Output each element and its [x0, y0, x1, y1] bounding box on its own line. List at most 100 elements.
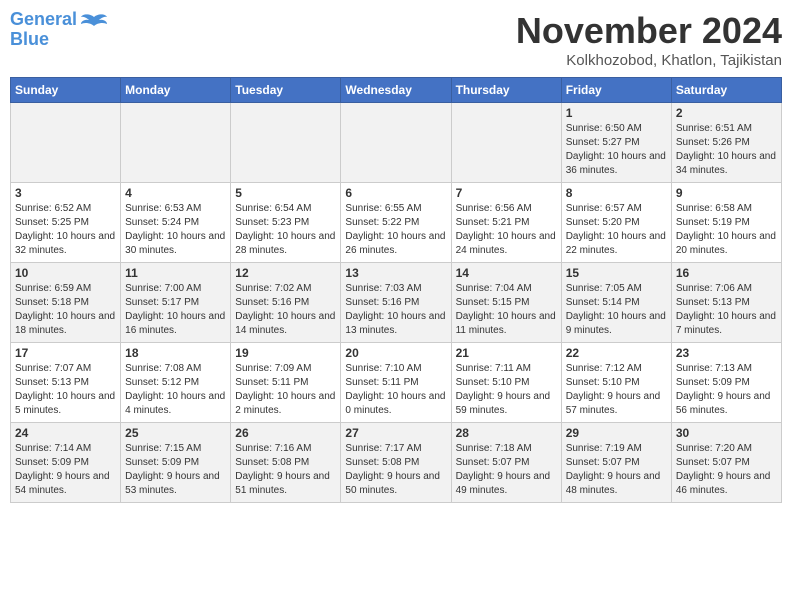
day-info: Sunrise: 7:02 AMSunset: 5:16 PMDaylight:… [235, 283, 335, 336]
calendar-cell: 24Sunrise: 7:14 AMSunset: 5:09 PMDayligh… [11, 423, 121, 503]
calendar-cell [231, 103, 341, 183]
day-number: 17 [15, 346, 116, 360]
day-info: Sunrise: 7:04 AMSunset: 5:15 PMDaylight:… [456, 283, 556, 336]
day-number: 25 [125, 426, 226, 440]
weekday-header: Tuesday [231, 78, 341, 103]
calendar-week-row: 24Sunrise: 7:14 AMSunset: 5:09 PMDayligh… [11, 423, 782, 503]
calendar-cell: 8 Sunrise: 6:57 AMSunset: 5:20 PMDaylight… [561, 183, 671, 263]
calendar-cell: 22 Sunrise: 7:12 AMSunset: 5:10 PMDayligh… [561, 343, 671, 423]
day-number: 18 [125, 346, 226, 360]
calendar-cell: 5Sunrise: 6:54 AMSunset: 5:23 PMDaylight… [231, 183, 341, 263]
logo-bird-icon [79, 12, 109, 40]
calendar-cell: 17 Sunrise: 7:07 AMSunset: 5:13 PMDayligh… [11, 343, 121, 423]
calendar-cell: 7 Sunrise: 6:56 AMSunset: 5:21 PMDaylight… [451, 183, 561, 263]
day-info: Sunrise: 7:07 AMSunset: 5:13 PMDaylight:… [15, 363, 115, 416]
day-info: Sunrise: 7:15 AMSunset: 5:09 PMDaylight:… [125, 443, 220, 496]
day-info: Sunrise: 7:00 AMSunset: 5:17 PMDaylight:… [125, 283, 225, 336]
day-info: Sunrise: 6:57 AMSunset: 5:20 PMDaylight:… [566, 203, 666, 256]
weekday-row: SundayMondayTuesdayWednesdayThursdayFrid… [11, 78, 782, 103]
calendar-body: 1Sunrise: 6:50 AMSunset: 5:27 PMDaylight… [11, 103, 782, 503]
calendar-cell: 1Sunrise: 6:50 AMSunset: 5:27 PMDaylight… [561, 103, 671, 183]
calendar-cell: 30 Sunrise: 7:20 AMSunset: 5:07 PMDayligh… [671, 423, 781, 503]
day-number: 27 [345, 426, 446, 440]
calendar-cell [121, 103, 231, 183]
day-number: 29 [566, 426, 667, 440]
calendar-cell [451, 103, 561, 183]
day-number: 9 [676, 186, 777, 200]
weekday-header: Sunday [11, 78, 121, 103]
calendar-cell: 15 Sunrise: 7:05 AMSunset: 5:14 PMDayligh… [561, 263, 671, 343]
weekday-header: Monday [121, 78, 231, 103]
day-number: 7 [456, 186, 557, 200]
calendar-cell: 16Sunrise: 7:06 AMSunset: 5:13 PMDayligh… [671, 263, 781, 343]
calendar-week-row: 17 Sunrise: 7:07 AMSunset: 5:13 PMDayligh… [11, 343, 782, 423]
calendar-week-row: 3Sunrise: 6:52 AMSunset: 5:25 PMDaylight… [11, 183, 782, 263]
calendar-cell: 12 Sunrise: 7:02 AMSunset: 5:16 PMDayligh… [231, 263, 341, 343]
calendar-cell: 25 Sunrise: 7:15 AMSunset: 5:09 PMDayligh… [121, 423, 231, 503]
calendar-cell: 9 Sunrise: 6:58 AMSunset: 5:19 PMDaylight… [671, 183, 781, 263]
day-info: Sunrise: 6:50 AMSunset: 5:27 PMDaylight:… [566, 123, 666, 176]
day-number: 8 [566, 186, 667, 200]
day-info: Sunrise: 7:10 AMSunset: 5:11 PMDaylight:… [345, 363, 445, 416]
weekday-header: Friday [561, 78, 671, 103]
calendar-cell [341, 103, 451, 183]
day-number: 23 [676, 346, 777, 360]
day-number: 3 [15, 186, 116, 200]
day-number: 2 [676, 106, 777, 120]
day-number: 10 [15, 266, 116, 280]
day-number: 22 [566, 346, 667, 360]
day-info: Sunrise: 6:58 AMSunset: 5:19 PMDaylight:… [676, 203, 776, 256]
day-info: Sunrise: 7:13 AMSunset: 5:09 PMDaylight:… [676, 363, 771, 416]
calendar-cell: 20 Sunrise: 7:10 AMSunset: 5:11 PMDayligh… [341, 343, 451, 423]
weekday-header: Saturday [671, 78, 781, 103]
day-info: Sunrise: 6:53 AMSunset: 5:24 PMDaylight:… [125, 203, 225, 256]
calendar-cell: 14Sunrise: 7:04 AMSunset: 5:15 PMDayligh… [451, 263, 561, 343]
day-number: 20 [345, 346, 446, 360]
logo-text: General Blue [10, 10, 77, 50]
calendar-cell [11, 103, 121, 183]
calendar-cell: 2 Sunrise: 6:51 AMSunset: 5:26 PMDaylight… [671, 103, 781, 183]
calendar-cell: 21 Sunrise: 7:11 AMSunset: 5:10 PMDayligh… [451, 343, 561, 423]
day-number: 15 [566, 266, 667, 280]
logo: General Blue [10, 10, 109, 50]
page-header: General Blue November 2024 Kolkhozobod, … [10, 10, 782, 69]
calendar-cell: 13Sunrise: 7:03 AMSunset: 5:16 PMDayligh… [341, 263, 451, 343]
day-number: 4 [125, 186, 226, 200]
day-info: Sunrise: 7:03 AMSunset: 5:16 PMDaylight:… [345, 283, 445, 336]
calendar-cell: 27Sunrise: 7:17 AMSunset: 5:08 PMDayligh… [341, 423, 451, 503]
logo-general: General [10, 9, 77, 29]
calendar-cell: 29 Sunrise: 7:19 AMSunset: 5:07 PMDayligh… [561, 423, 671, 503]
day-info: Sunrise: 7:19 AMSunset: 5:07 PMDaylight:… [566, 443, 661, 496]
title-block: November 2024 Kolkhozobod, Khatlon, Taji… [516, 10, 782, 69]
day-info: Sunrise: 7:20 AMSunset: 5:07 PMDaylight:… [676, 443, 771, 496]
day-info: Sunrise: 7:11 AMSunset: 5:10 PMDaylight:… [456, 363, 551, 416]
day-info: Sunrise: 6:59 AMSunset: 5:18 PMDaylight:… [15, 283, 115, 336]
calendar-week-row: 1Sunrise: 6:50 AMSunset: 5:27 PMDaylight… [11, 103, 782, 183]
calendar-week-row: 10 Sunrise: 6:59 AMSunset: 5:18 PMDayligh… [11, 263, 782, 343]
weekday-header: Thursday [451, 78, 561, 103]
calendar-cell: 3Sunrise: 6:52 AMSunset: 5:25 PMDaylight… [11, 183, 121, 263]
day-number: 6 [345, 186, 446, 200]
calendar-cell: 4 Sunrise: 6:53 AMSunset: 5:24 PMDaylight… [121, 183, 231, 263]
calendar-cell: 6Sunrise: 6:55 AMSunset: 5:22 PMDaylight… [341, 183, 451, 263]
day-number: 21 [456, 346, 557, 360]
calendar-cell: 10 Sunrise: 6:59 AMSunset: 5:18 PMDayligh… [11, 263, 121, 343]
day-number: 30 [676, 426, 777, 440]
day-number: 11 [125, 266, 226, 280]
calendar-cell: 18Sunrise: 7:08 AMSunset: 5:12 PMDayligh… [121, 343, 231, 423]
day-info: Sunrise: 6:51 AMSunset: 5:26 PMDaylight:… [676, 123, 776, 176]
weekday-header: Wednesday [341, 78, 451, 103]
day-info: Sunrise: 6:56 AMSunset: 5:21 PMDaylight:… [456, 203, 556, 256]
day-number: 12 [235, 266, 336, 280]
day-info: Sunrise: 7:06 AMSunset: 5:13 PMDaylight:… [676, 283, 776, 336]
day-info: Sunrise: 7:16 AMSunset: 5:08 PMDaylight:… [235, 443, 330, 496]
calendar-cell: 23 Sunrise: 7:13 AMSunset: 5:09 PMDayligh… [671, 343, 781, 423]
day-info: Sunrise: 7:14 AMSunset: 5:09 PMDaylight:… [15, 443, 110, 496]
calendar-cell: 11 Sunrise: 7:00 AMSunset: 5:17 PMDayligh… [121, 263, 231, 343]
calendar-cell: 26Sunrise: 7:16 AMSunset: 5:08 PMDayligh… [231, 423, 341, 503]
day-number: 5 [235, 186, 336, 200]
calendar-header: SundayMondayTuesdayWednesdayThursdayFrid… [11, 78, 782, 103]
calendar-table: SundayMondayTuesdayWednesdayThursdayFrid… [10, 77, 782, 503]
day-info: Sunrise: 7:05 AMSunset: 5:14 PMDaylight:… [566, 283, 666, 336]
day-info: Sunrise: 7:12 AMSunset: 5:10 PMDaylight:… [566, 363, 661, 416]
